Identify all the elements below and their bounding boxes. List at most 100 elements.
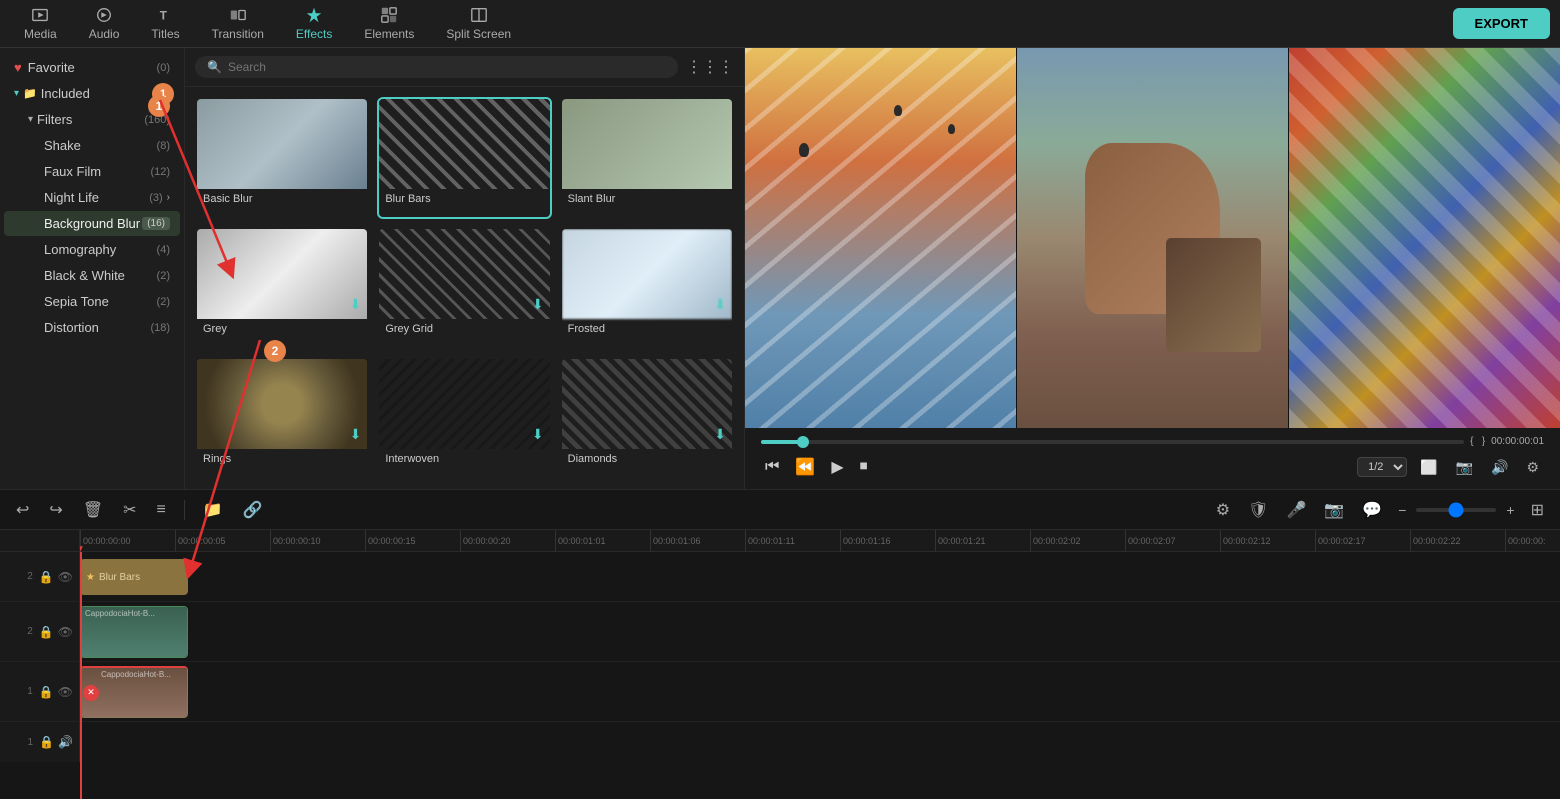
ruler-mark-6: 00:00:01:06	[650, 530, 745, 552]
sidebar-item-black-white[interactable]: Black & White (2)	[4, 263, 180, 288]
effect-blur-bars[interactable]: Blur Bars	[377, 97, 551, 219]
zoom-out-button[interactable]: −	[1394, 500, 1410, 520]
effect-interwoven[interactable]: ⬇ Interwoven	[377, 357, 551, 479]
clip-label-v2: CappodociaHot-B...	[85, 609, 155, 618]
sidebar-item-background-blur[interactable]: Background Blur (16)	[4, 211, 180, 236]
cut-button[interactable]: ✂	[117, 497, 142, 523]
search-input[interactable]	[228, 60, 666, 74]
snapshot-button[interactable]: 📷	[1451, 456, 1478, 479]
fit-button[interactable]: ⊞	[1525, 497, 1550, 523]
sidebar-item-included[interactable]: ▾ 📁 Included 1	[4, 81, 180, 106]
track-volume-audio[interactable]: 🔊	[58, 735, 73, 749]
playhead-marker: ▼	[80, 544, 85, 555]
zoom-in-button[interactable]: +	[1502, 500, 1518, 520]
track-num-v1: 1	[27, 686, 33, 697]
add-media-button[interactable]: 📁	[197, 497, 229, 523]
video-clip-v2[interactable]: CappodociaHot-B...	[80, 606, 188, 658]
video-track-1: CappodociaHot-B... ✕	[80, 662, 1560, 722]
nav-media[interactable]: Media	[10, 2, 71, 45]
track-lock-button[interactable]: 🔒	[39, 570, 54, 584]
track-num-audio: 1	[28, 737, 34, 748]
progress-bar[interactable]	[761, 440, 1464, 444]
effect-slant-blur[interactable]: Slant Blur	[560, 97, 734, 219]
nav-split-screen[interactable]: Split Screen	[432, 2, 525, 45]
toolbar-separator	[184, 500, 185, 520]
svg-text:T: T	[159, 10, 167, 23]
sidebar-item-lomography[interactable]: Lomography (4)	[4, 237, 180, 262]
nav-audio[interactable]: Audio	[75, 2, 134, 45]
playback-controls: ⏮ ⏪ ▶ ⏹ 1/2 ⬜ 📷 🔊 ⚙	[761, 453, 1544, 481]
ruler-mark-15: 00:00:00:	[1505, 530, 1560, 552]
settings-button[interactable]: ⚙	[1521, 456, 1544, 479]
undo-button[interactable]: ↩	[10, 497, 35, 523]
toolbar-right: ⚙ 🛡 🎤 📷 💬 − + ⊞	[1210, 497, 1550, 523]
progress-handle[interactable]	[797, 436, 809, 448]
search-box[interactable]: 🔍	[195, 56, 678, 78]
track-controls-v1: 1 🔒 👁	[0, 662, 80, 722]
sidebar-item-shake[interactable]: Shake (8)	[4, 133, 180, 158]
track-lock-v1[interactable]: 🔒	[39, 685, 54, 699]
download-icon: ⬇	[532, 426, 544, 443]
link-button[interactable]: 🔗	[237, 497, 269, 523]
volume-button[interactable]: 🔊	[1486, 456, 1513, 479]
track-lock-audio[interactable]: 🔒	[39, 735, 54, 749]
ruler-corner	[0, 530, 80, 552]
effect-track: ★ Blur Bars	[80, 552, 1560, 602]
ruler-marks-container: 00:00:00:00 00:00:00:05 00:00:00:10 00:0…	[80, 530, 1560, 551]
effect-frosted[interactable]: ⬇ Frosted	[560, 227, 734, 349]
nav-titles[interactable]: T Titles	[137, 2, 193, 45]
nav-effects[interactable]: Effects	[282, 2, 346, 45]
ruler-mark-9: 00:00:01:21	[935, 530, 1030, 552]
grid-view-icon[interactable]: ⋮⋮⋮	[686, 57, 734, 77]
preview-area: { } 00:00:00:01 ⏮ ⏪ ▶ ⏹ 1/2 ⬜ 📷 🔊 ⚙	[745, 48, 1560, 489]
video-clip-v1[interactable]: CappodociaHot-B... ✕	[80, 666, 188, 718]
ruler-mark-14: 00:00:02:22	[1410, 530, 1505, 552]
mic-icon[interactable]: 🎤	[1280, 497, 1312, 523]
download-icon: ⬇	[350, 426, 362, 443]
zoom-slider[interactable]	[1416, 508, 1496, 512]
more-button[interactable]: ≡	[151, 498, 172, 522]
sidebar-item-distortion[interactable]: Distortion (18)	[4, 315, 180, 340]
sidebar-item-filters[interactable]: ▾ Filters (160)	[4, 107, 180, 132]
skip-back-button[interactable]: ⏮	[761, 454, 783, 480]
camera-icon[interactable]: 📷	[1318, 497, 1350, 523]
effect-rings[interactable]: ⬇ Rings	[195, 357, 369, 479]
nav-elements[interactable]: Elements	[350, 2, 428, 45]
error-badge: ✕	[83, 685, 99, 701]
nav-transition[interactable]: Transition	[198, 2, 278, 45]
search-icon: 🔍	[207, 60, 222, 74]
main-area: ♥ Favorite (0) ▾ 📁 Included 1 ▾ Filters …	[0, 48, 1560, 489]
fullscreen-button[interactable]: ⬜	[1415, 456, 1442, 479]
ruler-mark-7: 00:00:01:11	[745, 530, 840, 552]
timeline-ruler[interactable]: 00:00:00:00 00:00:00:05 00:00:00:10 00:0…	[80, 530, 1560, 552]
step-back-button[interactable]: ⏪	[791, 453, 819, 481]
play-button[interactable]: ▶	[827, 453, 847, 481]
track-eye-v2[interactable]: 👁	[58, 625, 73, 639]
track-eye-button[interactable]: 👁	[58, 570, 73, 584]
quality-select[interactable]: 1/2	[1357, 457, 1407, 477]
track-eye-v1[interactable]: 👁	[58, 685, 73, 699]
export-button[interactable]: EXPORT	[1453, 8, 1550, 39]
effects-panel: 🔍 ⋮⋮⋮ Basic Blur Blur Bars Slant Blur	[185, 48, 745, 489]
caption-icon[interactable]: 💬	[1356, 497, 1388, 523]
effect-diamonds[interactable]: ⬇ Diamonds	[560, 357, 734, 479]
settings-icon[interactable]: ⚙	[1210, 497, 1236, 523]
track-scroll-area: 00:00:00:00 00:00:00:05 00:00:00:10 00:0…	[80, 530, 1560, 799]
clip-label-v1: CappodociaHot-B...	[101, 670, 171, 679]
effect-basic-blur[interactable]: Basic Blur	[195, 97, 369, 219]
stop-button[interactable]: ⏹	[856, 454, 872, 480]
ruler-mark-0: 00:00:00:00	[80, 530, 175, 552]
shield-icon[interactable]: 🛡	[1242, 497, 1274, 523]
effect-grey-grid[interactable]: ⬇ Grey Grid	[377, 227, 551, 349]
timeline-toolbar: ↩ ↪ 🗑 ✂ ≡ 📁 🔗 ⚙ 🛡 🎤 📷 💬 − + ⊞	[0, 490, 1560, 530]
delete-button[interactable]: 🗑	[77, 497, 109, 523]
sidebar-item-favorite[interactable]: ♥ Favorite (0)	[4, 55, 180, 80]
ruler-mark-12: 00:00:02:12	[1220, 530, 1315, 552]
effect-clip-blur-bars[interactable]: ★ Blur Bars	[80, 559, 188, 595]
sidebar-item-night-life[interactable]: Night Life (3) ›	[4, 185, 180, 210]
effect-grey[interactable]: ⬇ Grey	[195, 227, 369, 349]
sidebar-item-sepia-tone[interactable]: Sepia Tone (2)	[4, 289, 180, 314]
sidebar-item-faux-film[interactable]: Faux Film (12)	[4, 159, 180, 184]
track-lock-v2[interactable]: 🔒	[39, 625, 54, 639]
redo-button[interactable]: ↪	[43, 497, 68, 523]
